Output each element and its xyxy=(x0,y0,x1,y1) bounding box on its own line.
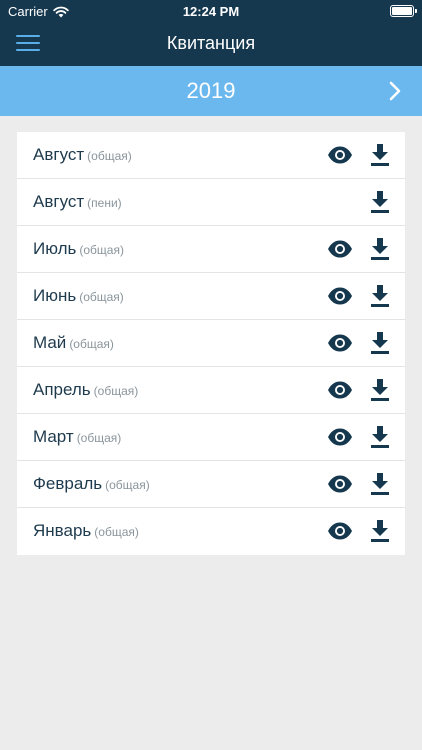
receipt-title: Август (общая) xyxy=(33,145,132,165)
download-icon xyxy=(371,473,389,495)
download-receipt-button[interactable] xyxy=(369,143,391,167)
receipt-row: Август (пени) xyxy=(17,179,405,226)
receipt-month: Февраль xyxy=(33,474,103,493)
download-icon xyxy=(371,238,389,260)
receipt-title: Февраль (общая) xyxy=(33,474,150,494)
receipt-month: Август xyxy=(33,145,85,164)
receipt-type: (общая) xyxy=(76,431,122,445)
eye-icon xyxy=(328,475,352,493)
eye-icon xyxy=(328,334,352,352)
receipt-row: Май (общая) xyxy=(17,320,405,367)
battery-icon xyxy=(390,5,417,17)
download-icon xyxy=(371,191,389,213)
view-receipt-button[interactable] xyxy=(327,520,353,542)
download-receipt-button[interactable] xyxy=(369,425,391,449)
app-header: Carrier 12:24 PM Квитанция xyxy=(0,0,422,66)
view-receipt-button[interactable] xyxy=(327,144,353,166)
receipt-row: Февраль (общая) xyxy=(17,461,405,508)
receipt-type: (общая) xyxy=(79,290,124,304)
receipt-month: Январь xyxy=(33,521,92,540)
download-receipt-button[interactable] xyxy=(369,378,391,402)
receipt-title: Май (общая) xyxy=(33,333,114,353)
download-receipt-button[interactable] xyxy=(369,331,391,355)
view-receipt-button[interactable] xyxy=(327,426,353,448)
receipt-month: Июнь xyxy=(33,286,77,305)
view-receipt-button[interactable] xyxy=(327,332,353,354)
download-icon xyxy=(371,520,389,542)
year-label: 2019 xyxy=(186,78,236,103)
receipt-title: Март (общая) xyxy=(33,427,121,447)
receipt-row: Апрель (общая) xyxy=(17,367,405,414)
receipt-row: Июнь (общая) xyxy=(17,273,405,320)
nav-bar: Квитанция xyxy=(0,22,422,66)
receipt-type: (общая) xyxy=(79,243,124,257)
page-title: Квитанция xyxy=(166,33,256,53)
eye-icon xyxy=(328,287,352,305)
receipt-month: Апрель xyxy=(33,380,91,399)
eye-icon xyxy=(328,428,352,446)
eye-icon xyxy=(328,522,352,540)
receipt-type: (общая) xyxy=(105,478,150,492)
download-icon xyxy=(371,285,389,307)
receipt-type: (общая) xyxy=(94,525,139,539)
eye-icon xyxy=(328,381,352,399)
year-selector: 2019 xyxy=(0,66,422,116)
receipt-title: Июнь (общая) xyxy=(33,286,124,306)
receipt-type: (общая) xyxy=(69,337,114,351)
receipt-title: Июль (общая) xyxy=(33,239,124,259)
download-icon xyxy=(371,332,389,354)
eye-icon xyxy=(328,146,352,164)
eye-icon xyxy=(328,240,352,258)
receipt-row: Август (общая) xyxy=(17,132,405,179)
receipt-month: Март xyxy=(33,427,74,446)
download-receipt-button[interactable] xyxy=(369,519,391,543)
chevron-right-icon xyxy=(389,81,401,101)
view-receipt-button[interactable] xyxy=(327,285,353,307)
download-receipt-button[interactable] xyxy=(369,472,391,496)
receipt-title: Январь (общая) xyxy=(33,521,139,541)
status-time: 12:24 PM xyxy=(182,4,240,19)
receipt-list: Август (общая) Август (пени) Июль (общая… xyxy=(17,132,405,555)
download-icon xyxy=(371,379,389,401)
receipt-type: (пени) xyxy=(87,196,122,210)
download-icon xyxy=(371,426,389,448)
receipt-row: Июль (общая) xyxy=(17,226,405,273)
view-receipt-button[interactable] xyxy=(327,238,353,260)
view-receipt-button[interactable] xyxy=(327,473,353,495)
next-year-button[interactable] xyxy=(380,76,410,106)
view-receipt-button[interactable] xyxy=(327,379,353,401)
status-bar: Carrier 12:24 PM xyxy=(0,0,422,22)
receipt-type: (общая) xyxy=(87,149,132,163)
download-receipt-button[interactable] xyxy=(369,237,391,261)
receipt-type: (общая) xyxy=(93,384,139,398)
receipt-row: Март (общая) xyxy=(17,414,405,461)
receipt-month: Август xyxy=(33,192,85,211)
battery-level xyxy=(392,7,412,15)
receipt-title: Август (пени) xyxy=(33,192,122,212)
download-receipt-button[interactable] xyxy=(369,284,391,308)
receipt-row: Январь (общая) xyxy=(17,508,405,555)
download-receipt-button[interactable] xyxy=(369,190,391,214)
receipt-month: Июль xyxy=(33,239,77,258)
receipt-month: Май xyxy=(33,333,67,352)
receipt-title: Апрель (общая) xyxy=(33,380,138,400)
download-icon xyxy=(371,144,389,166)
